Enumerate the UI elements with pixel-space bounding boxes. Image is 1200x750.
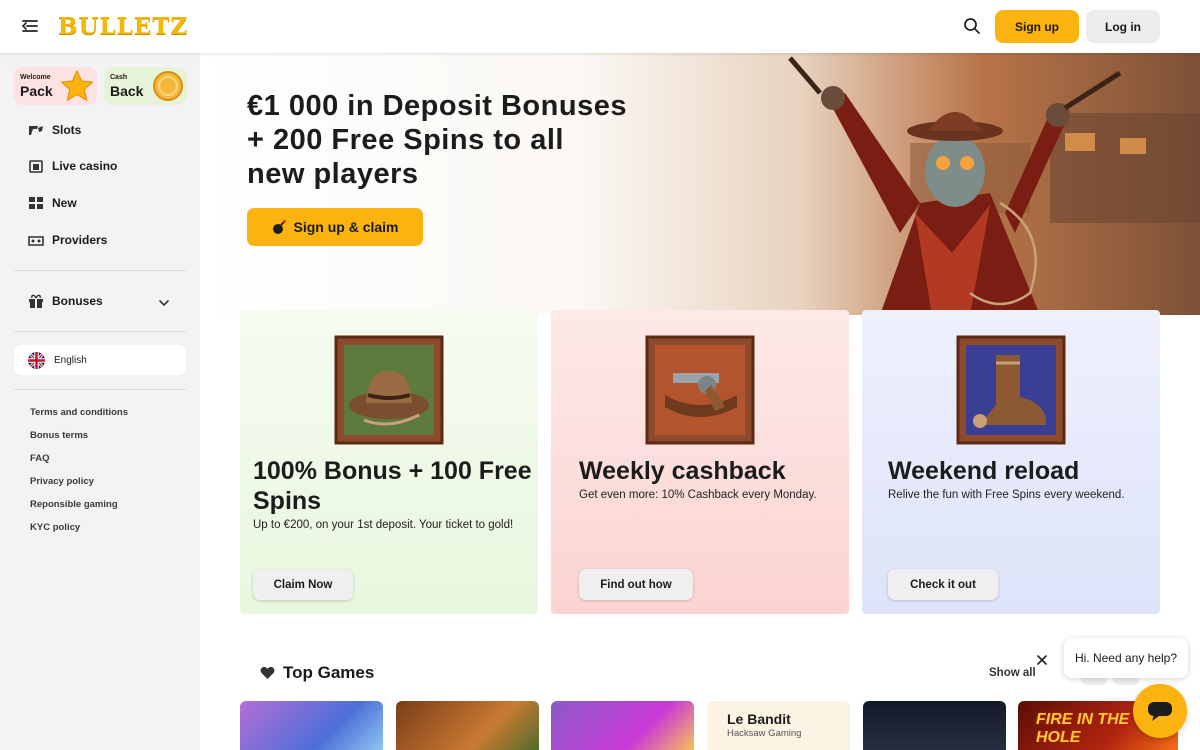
bomb-icon bbox=[273, 220, 287, 234]
sidebar: Welcome Pack Cash Back Slots Live casino… bbox=[0, 53, 200, 750]
sidebar-divider bbox=[14, 270, 186, 271]
sidebar-item-new[interactable]: New bbox=[28, 193, 77, 213]
revolver-icon bbox=[645, 335, 755, 445]
brand-logo[interactable]: BULLETZ bbox=[58, 13, 188, 40]
game-title: Le Bandit bbox=[727, 711, 791, 727]
hero-signup-claim-button[interactable]: Sign up & claim bbox=[247, 208, 423, 246]
card-title: Weekend reload bbox=[888, 457, 1080, 485]
top-games-title: Top Games bbox=[283, 663, 375, 682]
sidebar-item-label: Live casino bbox=[52, 159, 118, 173]
top-games-heading: Top Games bbox=[260, 663, 374, 683]
card-description: Get even more: 10% Cashback every Monday… bbox=[579, 489, 817, 501]
slots-icon bbox=[29, 126, 43, 135]
uk-flag-icon bbox=[28, 351, 45, 369]
game-tile[interactable] bbox=[240, 701, 383, 750]
signup-button[interactable]: Sign up bbox=[995, 10, 1079, 43]
top-header: BULLETZ Sign up Log in bbox=[0, 0, 1200, 53]
promo-small-label: Cash bbox=[110, 74, 128, 81]
providers-icon bbox=[28, 236, 44, 246]
card-description: Relive the fun with Free Spins every wee… bbox=[888, 489, 1125, 501]
sidebar-divider bbox=[14, 331, 186, 332]
promo-small-label: Welcome bbox=[20, 74, 51, 81]
search-icon[interactable] bbox=[962, 16, 982, 36]
sidebar-item-label: New bbox=[52, 196, 77, 210]
sidebar-divider bbox=[14, 389, 186, 390]
card-title: Weekly cashback bbox=[579, 457, 786, 485]
chat-launcher-button[interactable] bbox=[1133, 684, 1187, 738]
cowboy-hat-icon bbox=[334, 335, 444, 445]
cash-back-promo[interactable]: Cash Back bbox=[104, 67, 187, 105]
live-casino-icon bbox=[29, 160, 43, 173]
game-tile[interactable] bbox=[396, 701, 539, 750]
bonus-card-cashback: Weekly cashback Get even more: 10% Cashb… bbox=[551, 310, 849, 614]
privacy-policy-link[interactable]: Privacy policy bbox=[30, 476, 94, 487]
hero-banner: €1 000 in Deposit Bonuses + 200 Free Spi… bbox=[200, 53, 1200, 315]
sidebar-item-live-casino[interactable]: Live casino bbox=[28, 156, 117, 176]
gift-icon bbox=[29, 294, 43, 308]
chat-greeting-bubble[interactable]: Hi. Need any help? bbox=[1064, 638, 1188, 678]
hero-cta-label: Sign up & claim bbox=[293, 219, 399, 235]
sidebar-item-label: Providers bbox=[52, 233, 108, 247]
responsible-gaming-link[interactable]: Reponsible gaming bbox=[30, 499, 118, 510]
login-button[interactable]: Log in bbox=[1086, 10, 1160, 43]
coin-icon bbox=[153, 71, 183, 101]
cowboy-hero-illustration bbox=[788, 56, 1200, 315]
game-tile[interactable]: Le Bandit Hacksaw Gaming bbox=[707, 701, 850, 750]
kyc-policy-link[interactable]: KYC policy bbox=[30, 522, 80, 533]
game-provider: Hacksaw Gaming bbox=[727, 728, 802, 739]
sidebar-item-bonuses[interactable]: Bonuses bbox=[28, 291, 103, 311]
sidebar-item-slots[interactable]: Slots bbox=[28, 120, 81, 140]
show-all-link[interactable]: Show all bbox=[989, 667, 1036, 679]
hero-title: €1 000 in Deposit Bonuses + 200 Free Spi… bbox=[247, 90, 627, 190]
promo-big-label: Pack bbox=[20, 83, 53, 99]
game-tile[interactable] bbox=[551, 701, 694, 750]
new-icon bbox=[29, 197, 43, 209]
card-description: Up to €200, on your 1st deposit. Your ti… bbox=[253, 519, 514, 531]
language-selector[interactable]: English bbox=[14, 345, 186, 375]
bonus-card-weekend-reload: Weekend reload Relive the fun with Free … bbox=[862, 310, 1160, 614]
cowboy-boot-icon bbox=[956, 335, 1066, 445]
heart-icon bbox=[260, 666, 275, 679]
game-tile[interactable] bbox=[863, 701, 1006, 750]
star-icon bbox=[60, 69, 94, 102]
find-out-how-button[interactable]: Find out how bbox=[579, 569, 693, 600]
menu-collapse-icon[interactable] bbox=[20, 16, 40, 36]
terms-link[interactable]: Terms and conditions bbox=[30, 407, 128, 418]
faq-link[interactable]: FAQ bbox=[30, 453, 50, 464]
bonus-card-welcome: 100% Bonus + 100 Free Spins Up to €200, … bbox=[240, 310, 538, 614]
bonus-terms-link[interactable]: Bonus terms bbox=[30, 430, 88, 441]
sidebar-item-label: Slots bbox=[52, 123, 82, 137]
main-content: €1 000 in Deposit Bonuses + 200 Free Spi… bbox=[200, 53, 1200, 750]
app-root: BULLETZ Sign up Log in Welcome Pack Cash… bbox=[0, 0, 1200, 750]
sidebar-item-providers[interactable]: Providers bbox=[28, 230, 107, 250]
promo-big-label: Back bbox=[110, 83, 144, 99]
card-title: 100% Bonus + 100 Free Spins bbox=[253, 457, 532, 515]
chat-icon bbox=[1148, 702, 1172, 721]
welcome-pack-promo[interactable]: Welcome Pack bbox=[14, 67, 97, 105]
claim-now-button[interactable]: Claim Now bbox=[253, 569, 353, 600]
close-icon[interactable] bbox=[1032, 650, 1052, 670]
language-label: English bbox=[54, 354, 87, 366]
chevron-down-icon[interactable] bbox=[158, 297, 170, 309]
sidebar-item-label: Bonuses bbox=[52, 294, 103, 308]
check-it-out-button[interactable]: Check it out bbox=[888, 569, 998, 600]
